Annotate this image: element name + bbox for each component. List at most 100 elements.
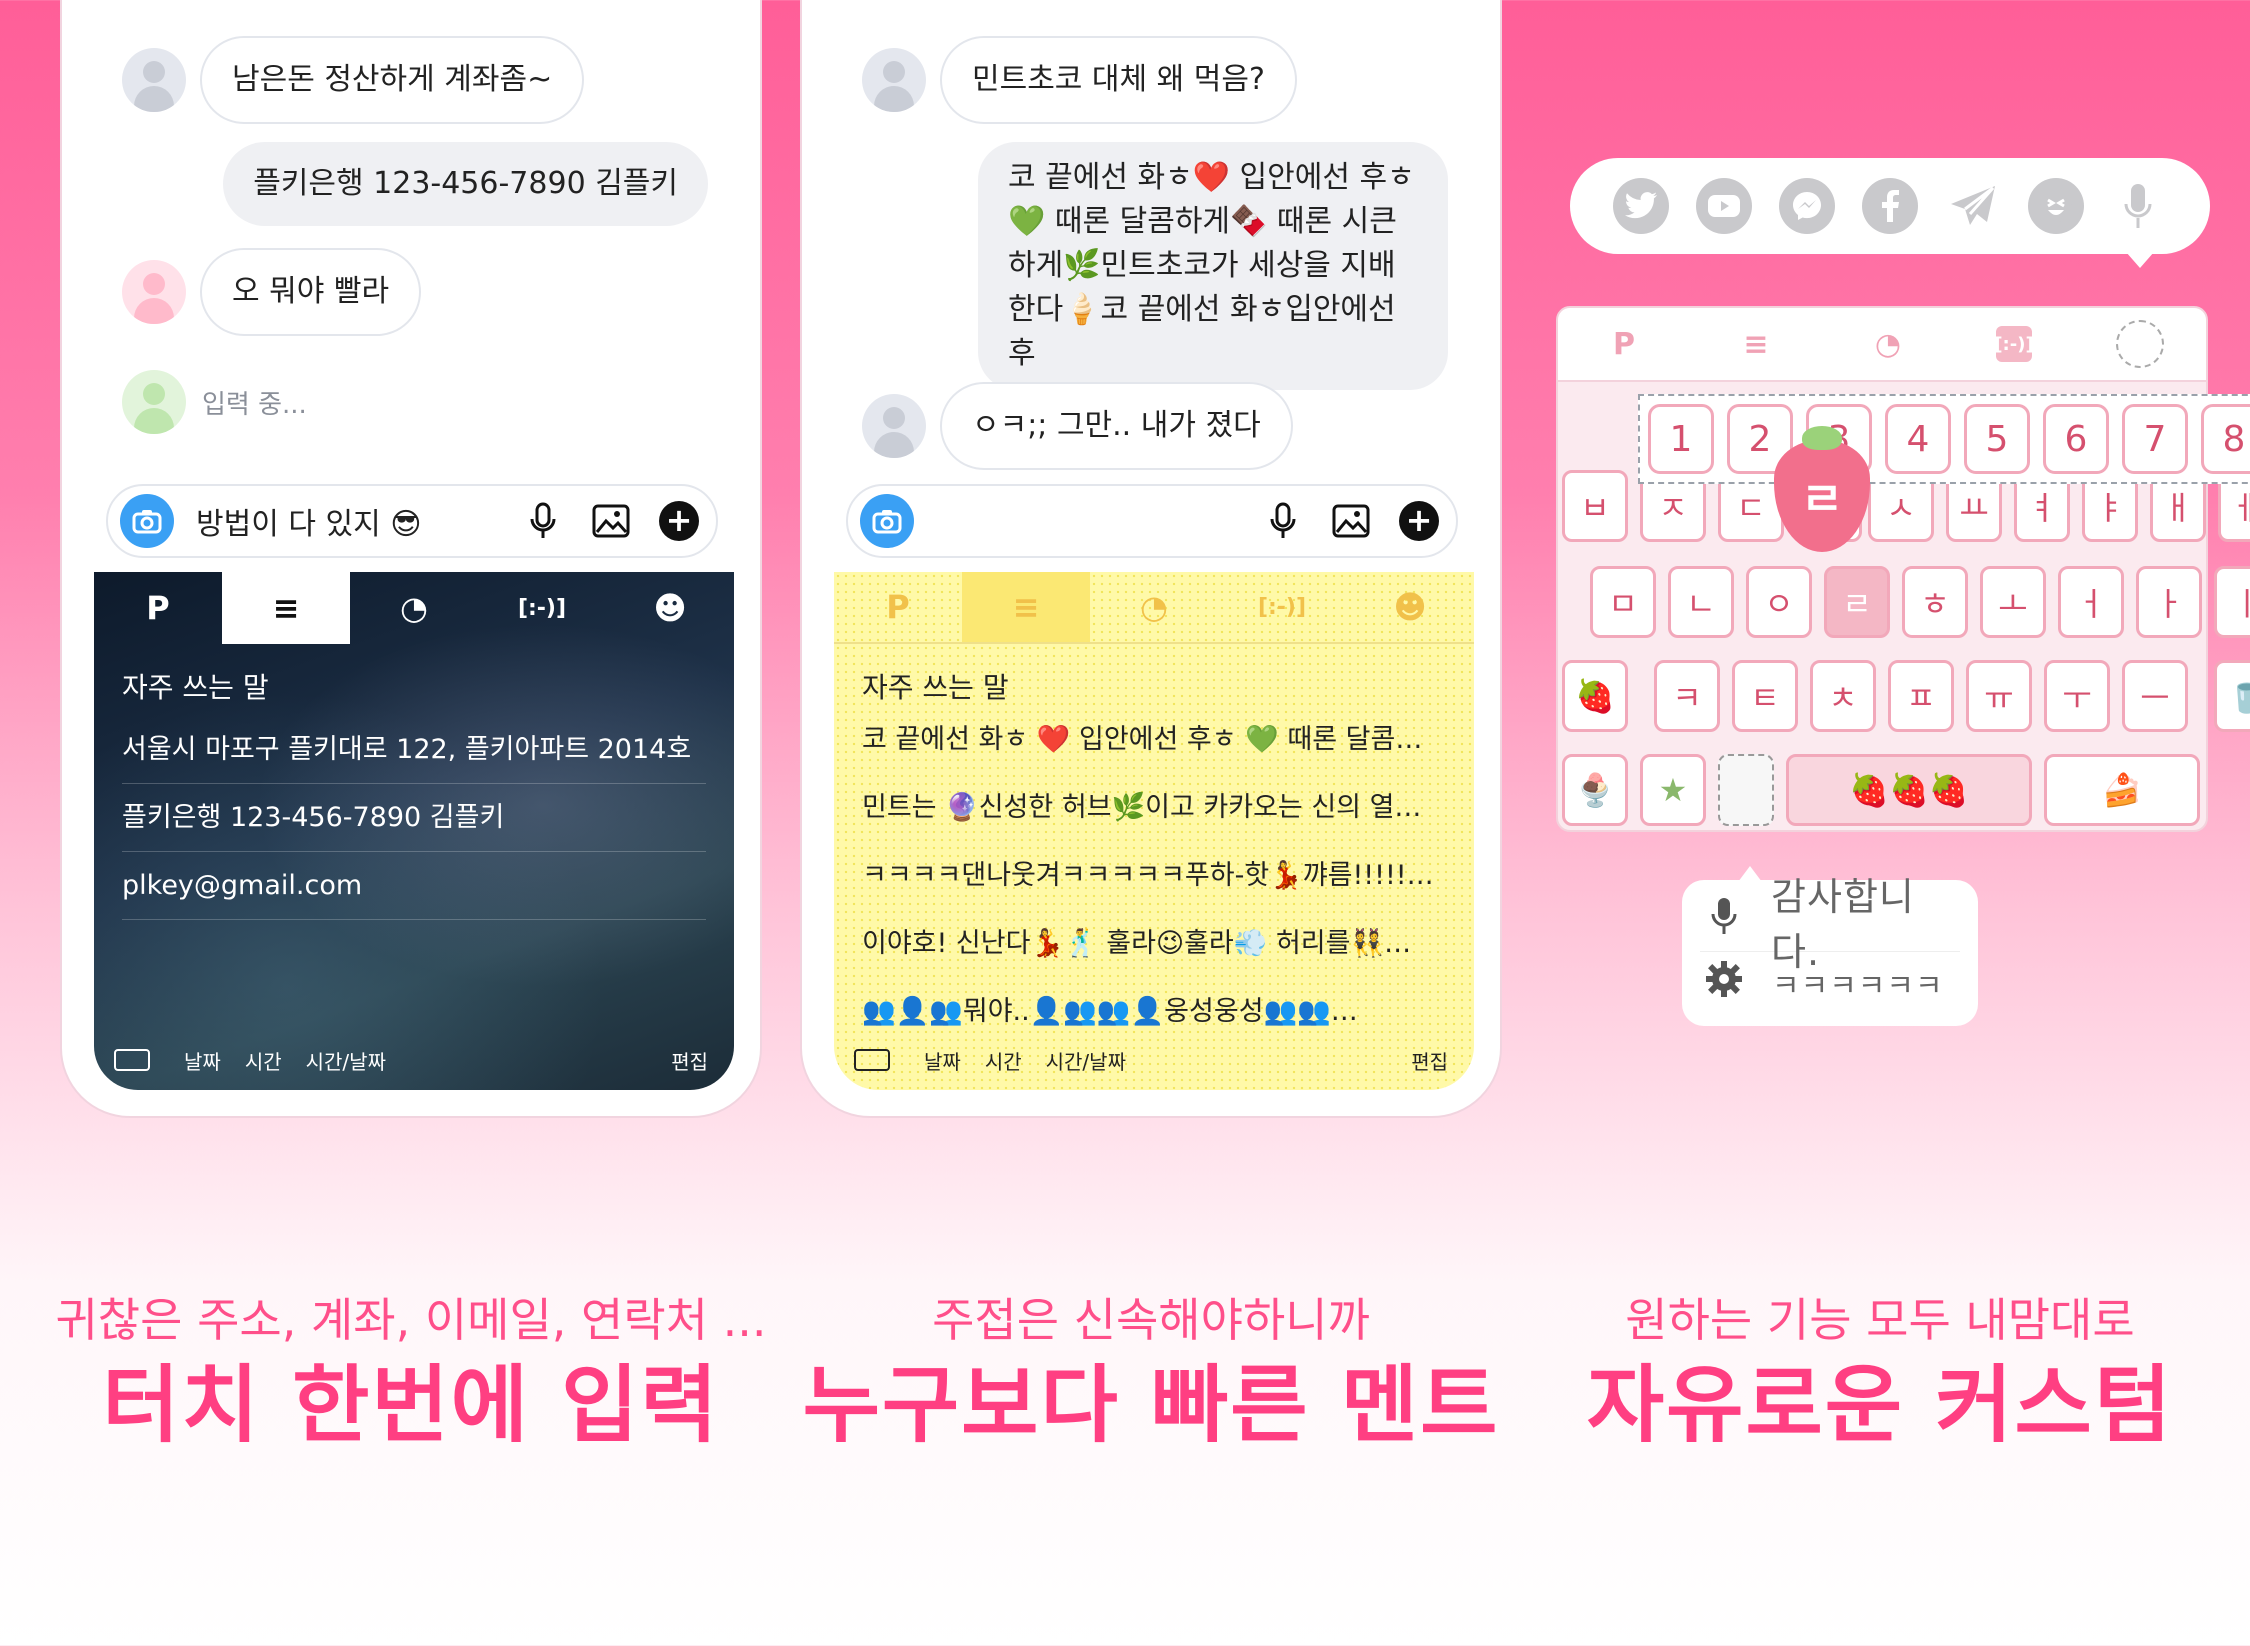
- phrase-item[interactable]: ㅋㅋㅋㅋ댄나웃겨ㅋㅋㅋㅋㅋ푸하-핫💃꺄름!!!!!…: [834, 842, 1474, 910]
- key[interactable]: ㅌ: [1732, 660, 1798, 732]
- key[interactable]: ㅜ: [2044, 660, 2110, 732]
- add-icon[interactable]: +: [654, 496, 704, 546]
- message-bubble: 코 끝에선 화ㅎ❤️ 입안에선 후ㅎ 💚 때론 달콤하게🍫 때론 시큰하게🌿민트…: [978, 142, 1448, 390]
- messenger-icon[interactable]: [1779, 178, 1836, 234]
- phrase-item[interactable]: 민트는 🔮신성한 허브🌿이고 카카오는 신의 열…: [834, 774, 1474, 842]
- phrase-item[interactable]: 서울시 마포구 플키대로 122, 플키아파트 2014호: [122, 716, 706, 784]
- time-button[interactable]: 시간: [985, 1046, 1022, 1075]
- icecream-key[interactable]: 🍨: [1562, 754, 1628, 826]
- typing-row: 입력 중...: [122, 370, 307, 434]
- strawberry-key[interactable]: 🍓: [1562, 660, 1628, 732]
- phone-mockup-1: 남은돈 정산하게 계좌좀~ 플키은행 123-456-7890 김플키 오 뭐야…: [60, 0, 762, 1118]
- message-composer[interactable]: +: [846, 484, 1458, 558]
- tab-theme[interactable]: ◔: [1090, 572, 1218, 642]
- twitter-icon[interactable]: [1613, 178, 1670, 234]
- microphone-icon[interactable]: [518, 496, 568, 546]
- message-composer[interactable]: 방법이 다 있지 😎 +: [106, 484, 718, 558]
- settings-row[interactable]: ㅋㅋㅋㅋㅋㅋ: [1700, 952, 1960, 1014]
- key[interactable]: ㅁ: [1590, 566, 1656, 638]
- keyboard-icon[interactable]: [114, 1049, 150, 1071]
- number-key[interactable]: 7: [2122, 404, 2188, 474]
- camera-icon[interactable]: [120, 494, 174, 548]
- tab-emoticon[interactable]: [:-)]: [478, 572, 606, 644]
- avatar: [862, 394, 926, 458]
- tab-plkey[interactable]: P: [1600, 320, 1648, 368]
- message-row: 플키은행 123-456-7890 김플키: [223, 142, 708, 226]
- message-row: 남은돈 정산하게 계좌좀~: [122, 36, 585, 124]
- key[interactable]: ㅇ: [1746, 566, 1812, 638]
- milkshake-key[interactable]: 🥤: [2214, 660, 2250, 732]
- cake-key[interactable]: 🍰: [2044, 754, 2200, 826]
- telegram-icon[interactable]: [1945, 178, 2001, 234]
- typing-indicator: 입력 중...: [202, 389, 307, 420]
- number-key[interactable]: 8: [2201, 404, 2250, 474]
- number-key[interactable]: 6: [2043, 404, 2109, 474]
- facebook-icon[interactable]: [1861, 178, 1918, 234]
- phrase-item[interactable]: 이야호! 신난다💃🕺 훌라😉훌라💨 허리를👯…: [834, 910, 1474, 978]
- key[interactable]: ㄴ: [1668, 566, 1734, 638]
- tab-empty-slot[interactable]: [2116, 320, 2164, 368]
- message-input[interactable]: 방법이 다 있지 😎: [196, 499, 500, 543]
- tab-emoji[interactable]: ☻: [1346, 572, 1474, 642]
- image-icon[interactable]: [1326, 496, 1376, 546]
- date-button[interactable]: 날짜: [924, 1046, 961, 1075]
- datetime-button[interactable]: 시간/날짜: [306, 1046, 386, 1075]
- tab-emoji[interactable]: ☻: [606, 572, 734, 644]
- key[interactable]: ㅂ: [1562, 470, 1628, 542]
- number-key[interactable]: 1: [1648, 404, 1714, 474]
- tab-emoticon[interactable]: [:-)]: [1218, 572, 1346, 642]
- edit-button[interactable]: 편집: [671, 1046, 708, 1075]
- time-button[interactable]: 시간: [245, 1046, 282, 1075]
- emoji-icon[interactable]: [2027, 178, 2084, 234]
- number-key[interactable]: 4: [1885, 404, 1951, 474]
- phrase-item[interactable]: plkey@gmail.com: [122, 852, 706, 920]
- caption-title: 터치 한번에 입력: [102, 1356, 720, 1454]
- add-icon[interactable]: +: [1394, 496, 1444, 546]
- keyboard-icon[interactable]: [854, 1049, 890, 1071]
- empty-key-slot[interactable]: [1718, 754, 1774, 826]
- datetime-button[interactable]: 시간/날짜: [1046, 1046, 1126, 1075]
- key[interactable]: ㅎ: [1902, 566, 1968, 638]
- message-bubble: 오 뭐야 빨라: [200, 248, 422, 336]
- date-button[interactable]: 날짜: [184, 1046, 221, 1075]
- voice-suggestion-popup: 감사합니다. ㅋㅋㅋㅋㅋㅋ: [1682, 866, 1978, 1026]
- key[interactable]: ㅓ: [2058, 566, 2124, 638]
- keyboard-footer: 날짜 시간 시간/날짜 편집: [834, 1030, 1474, 1090]
- tab-emoticon[interactable]: [:-)]: [1994, 326, 2034, 362]
- microphone-icon[interactable]: [1258, 496, 1308, 546]
- voice-row[interactable]: 감사합니다.: [1700, 875, 1960, 974]
- key[interactable]: ㅊ: [1810, 660, 1876, 732]
- key[interactable]: ㅏ: [2136, 566, 2202, 638]
- number-key[interactable]: 5: [1964, 404, 2030, 474]
- tab-plkey[interactable]: P: [834, 572, 962, 642]
- avatar: [122, 370, 186, 434]
- key[interactable]: ㅗ: [1980, 566, 2046, 638]
- star-key[interactable]: ★: [1640, 754, 1706, 826]
- key[interactable]: ㅍ: [1888, 660, 1954, 732]
- tab-plkey[interactable]: P: [94, 572, 222, 644]
- edit-button[interactable]: 편집: [1411, 1046, 1448, 1075]
- avatar: [122, 260, 186, 324]
- caption-subtitle: 원하는 기능 모두 내맘대로: [1625, 1293, 2135, 1347]
- image-icon[interactable]: [586, 496, 636, 546]
- youtube-icon[interactable]: [1696, 178, 1753, 234]
- phrase-item[interactable]: 코 끝에선 화ㅎ ❤️ 입안에선 후ㅎ 💚 때론 달콤…: [834, 706, 1474, 774]
- tab-phrases[interactable]: ≡: [222, 572, 350, 644]
- key[interactable]: ㅡ: [2122, 660, 2188, 732]
- message-row: 오 뭐야 빨라: [122, 248, 422, 336]
- tab-phrases[interactable]: ≡: [1732, 320, 1780, 368]
- phrase-item[interactable]: 플키은행 123-456-7890 김플키: [122, 784, 706, 852]
- space-key[interactable]: 🍓🍓🍓: [1786, 754, 2032, 826]
- tab-phrases[interactable]: ≡: [962, 572, 1090, 642]
- key[interactable]: ㅠ: [1966, 660, 2032, 732]
- microphone-icon: [1700, 896, 1747, 945]
- mic-icon[interactable]: [2110, 178, 2166, 234]
- caption-subtitle: 귀찮은 주소, 계좌, 이메일, 연락처 ...: [55, 1293, 767, 1347]
- keyboard-tabs: P ≡ ◔ [:-)] ☻: [94, 572, 734, 644]
- key[interactable]: ㅋ: [1654, 660, 1720, 732]
- tab-theme[interactable]: ◔: [350, 572, 478, 644]
- camera-icon[interactable]: [860, 494, 914, 548]
- key-selected[interactable]: ㄹ: [1824, 566, 1890, 638]
- key[interactable]: ㅣ: [2214, 566, 2250, 638]
- tab-theme[interactable]: ◔: [1864, 320, 1912, 368]
